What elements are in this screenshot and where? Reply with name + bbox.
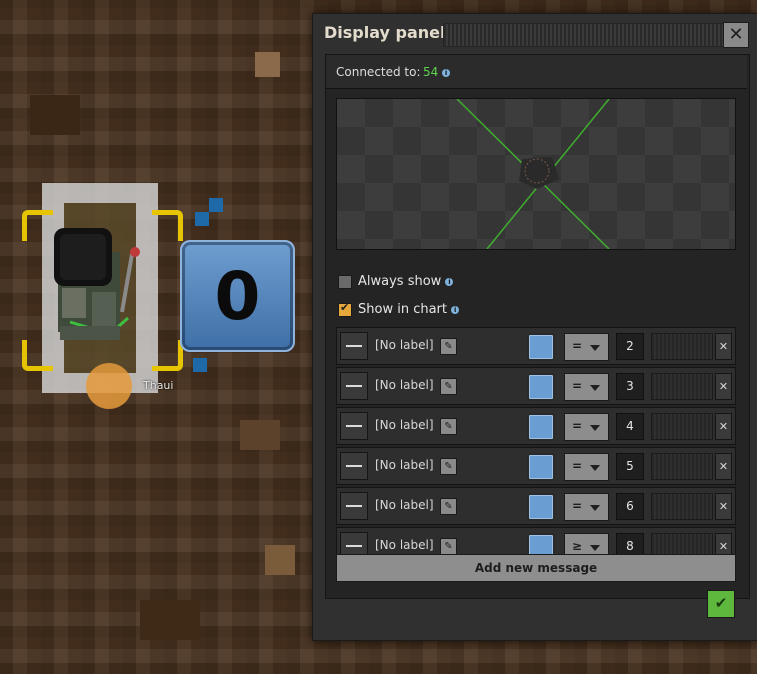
preview-map <box>456 99 610 249</box>
chevron-down-icon <box>590 385 600 391</box>
chevron-down-icon <box>590 465 600 471</box>
constant-value[interactable]: 6 <box>616 493 644 520</box>
always-show-checkbox[interactable] <box>338 275 352 289</box>
close-icon: ✕ <box>728 24 744 45</box>
signal-slot[interactable] <box>527 413 555 441</box>
chevron-down-icon <box>590 425 600 431</box>
comparator-value: = <box>572 419 583 433</box>
blue-pixel <box>209 198 223 212</box>
constant-value[interactable]: 5 <box>616 453 644 480</box>
selection-corner <box>152 340 183 371</box>
comparator-value: = <box>572 499 583 513</box>
add-new-message-button[interactable]: Add new message <box>336 554 736 582</box>
edit-label-icon[interactable]: ✎ <box>440 338 457 355</box>
signal-slot[interactable] <box>527 493 555 521</box>
comparator-dropdown[interactable]: = <box>564 333 609 361</box>
info-icon[interactable]: i <box>445 277 454 286</box>
message-row: [No label] ✎ = 6 ✕ <box>336 487 736 525</box>
player-marker <box>86 363 132 409</box>
info-icon[interactable]: i <box>451 305 460 314</box>
show-in-chart-checkbox[interactable] <box>338 301 352 317</box>
checkmark-icon: ✔ <box>714 594 728 612</box>
comparator-dropdown[interactable]: = <box>564 373 609 401</box>
message-row: [No label] ✎ = 4 ✕ <box>336 407 736 445</box>
message-row: [No label] ✎ = 3 ✕ <box>336 367 736 405</box>
delete-message-button[interactable]: ✕ <box>715 333 732 360</box>
delete-message-button[interactable]: ✕ <box>715 373 732 400</box>
edit-label-icon[interactable]: ✎ <box>440 378 457 395</box>
chevron-down-icon <box>590 345 600 351</box>
drag-handle[interactable] <box>443 23 725 47</box>
display-panel-entity[interactable]: 0 <box>180 240 295 352</box>
line-style-button[interactable] <box>340 412 368 440</box>
edit-label-icon[interactable]: ✎ <box>440 458 457 475</box>
show-in-chart-label: Show in chart <box>358 302 447 317</box>
signal-slot[interactable] <box>527 333 555 361</box>
constant-value[interactable]: 4 <box>616 413 644 440</box>
info-icon[interactable]: i <box>442 68 451 77</box>
blue-pixel <box>193 358 207 372</box>
message-row: [No label] ✎ = 5 ✕ <box>336 447 736 485</box>
delete-message-button[interactable]: ✕ <box>715 413 732 440</box>
constant-value[interactable]: 2 <box>616 333 644 360</box>
chevron-down-icon <box>590 505 600 511</box>
delete-message-button[interactable]: ✕ <box>715 493 732 520</box>
close-button[interactable]: ✕ <box>723 22 749 48</box>
selection-corner <box>152 210 183 241</box>
message-text-field[interactable] <box>651 453 713 480</box>
camera-preview[interactable] <box>336 98 736 250</box>
line-style-button[interactable] <box>340 452 368 480</box>
message-label: [No label] <box>375 418 434 432</box>
comparator-dropdown[interactable]: = <box>564 493 609 521</box>
line-style-button[interactable] <box>340 372 368 400</box>
edit-label-icon[interactable]: ✎ <box>440 538 457 555</box>
panel-title: Display panel <box>324 23 446 42</box>
line-style-button[interactable] <box>340 492 368 520</box>
message-text-field[interactable] <box>651 373 713 400</box>
line-style-button[interactable] <box>340 332 368 360</box>
game-world[interactable]: 0 Thaui <box>0 0 310 674</box>
message-label: [No label] <box>375 338 434 352</box>
titlebar: Display panel ✕ <box>313 14 757 54</box>
comparator-value: = <box>572 459 583 473</box>
constant-value[interactable]: 3 <box>616 373 644 400</box>
display-value: 0 <box>214 257 261 335</box>
edit-label-icon[interactable]: ✎ <box>440 498 457 515</box>
connected-id: 54 i <box>423 65 451 79</box>
chevron-down-icon <box>590 545 600 551</box>
always-show-label: Always show <box>358 274 442 289</box>
edit-label-icon[interactable]: ✎ <box>440 418 457 435</box>
comparator-dropdown[interactable]: = <box>564 413 609 441</box>
connected-id-value: 54 <box>423 65 439 79</box>
message-text-field[interactable] <box>651 493 713 520</box>
message-text-field[interactable] <box>651 413 713 440</box>
connected-bar: Connected to: 54 i <box>326 55 747 89</box>
combinator-machine-icon[interactable] <box>40 222 140 352</box>
blue-pixel <box>195 212 209 226</box>
message-row: [No label] ✎ = 2 ✕ <box>336 327 736 365</box>
signal-slot[interactable] <box>527 453 555 481</box>
comparator-value: = <box>572 339 583 353</box>
player-name: Thaui <box>143 379 174 392</box>
panel-content: Connected to: 54 i Always show i ✔ Show … <box>325 54 750 599</box>
message-label: [No label] <box>375 538 434 552</box>
confirm-button[interactable]: ✔ <box>707 590 735 618</box>
comparator-value: ≥ <box>572 539 583 553</box>
message-label: [No label] <box>375 378 434 392</box>
signal-slot[interactable] <box>527 373 555 401</box>
message-text-field[interactable] <box>651 333 713 360</box>
connected-label: Connected to: <box>336 65 421 79</box>
comparator-value: = <box>572 379 583 393</box>
message-label: [No label] <box>375 458 434 472</box>
message-label: [No label] <box>375 498 434 512</box>
delete-message-button[interactable]: ✕ <box>715 453 732 480</box>
comparator-dropdown[interactable]: = <box>564 453 609 481</box>
display-panel-window: Display panel ✕ Connected to: 54 i Alway… <box>312 13 757 641</box>
